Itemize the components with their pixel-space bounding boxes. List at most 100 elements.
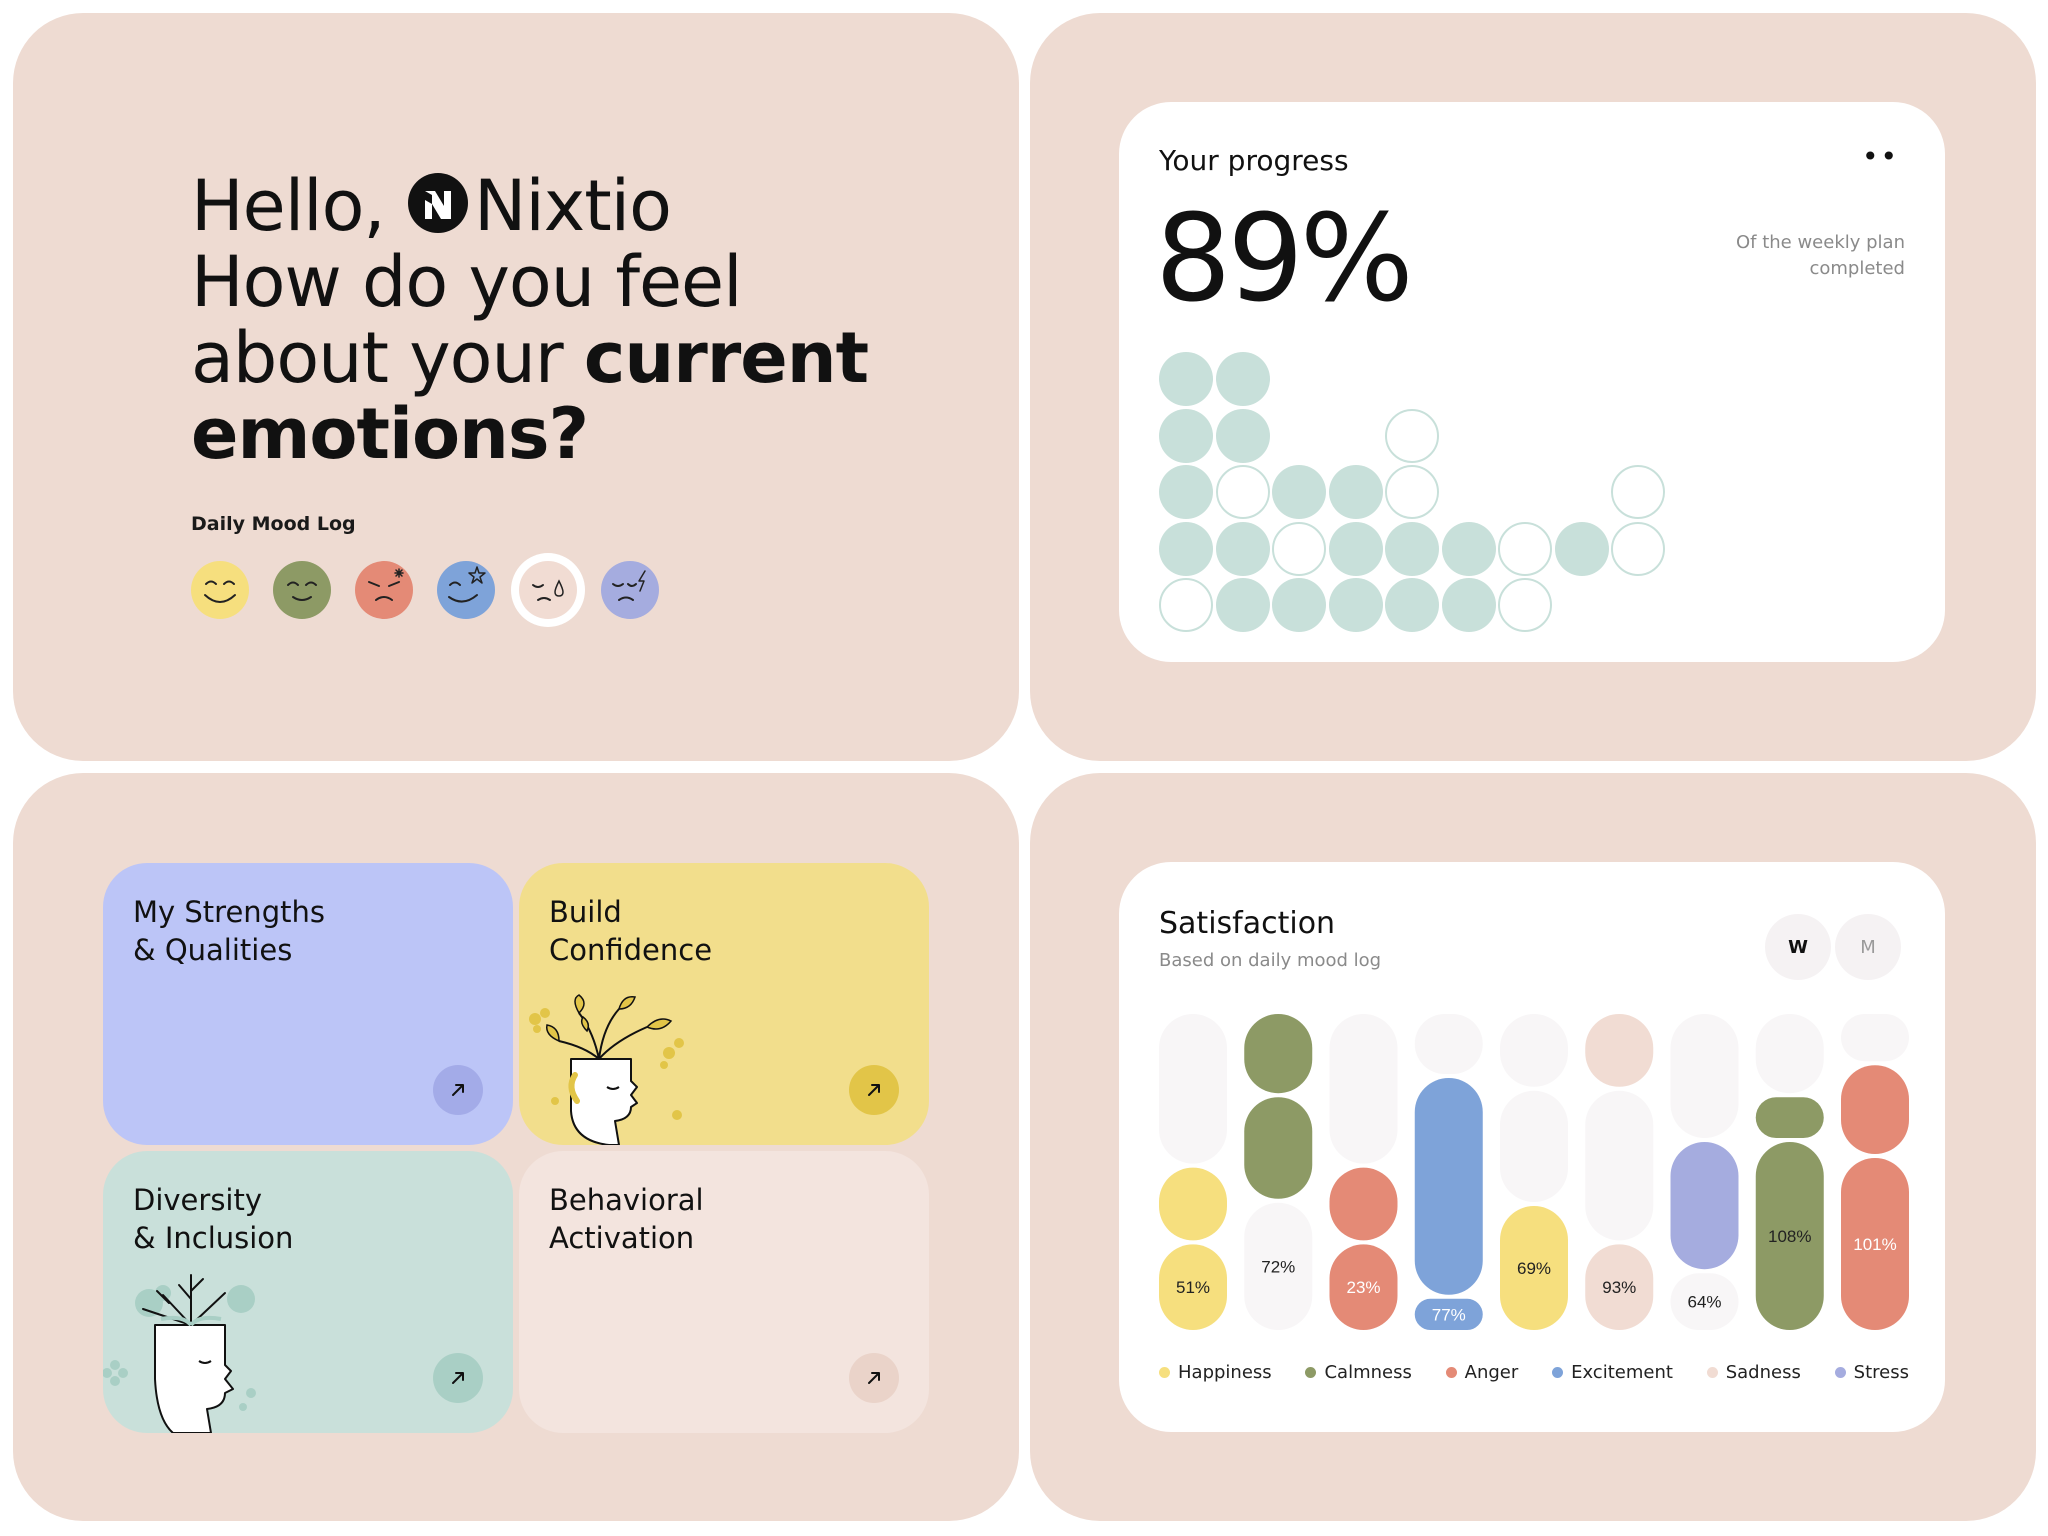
legend-item: Stress (1834, 1362, 1909, 1383)
tile-title: Build Confidence (549, 893, 712, 969)
head-plant-illustration (529, 994, 684, 1145)
bar-segment (1244, 1014, 1313, 1094)
satisfaction-subtitle: Based on daily mood log (1159, 950, 1382, 971)
progress-subtitle: Of the weekly plan completed (1735, 232, 1905, 279)
legend-item: Calmness (1305, 1362, 1412, 1383)
tile-title-line-2: Activation (549, 1221, 695, 1255)
mood-angry-button[interactable] (355, 561, 413, 619)
progress-dot-filled (1159, 521, 1213, 576)
open-behavioral-button[interactable] (849, 1353, 899, 1403)
greeting-line-3-bold: current (583, 317, 869, 399)
tile-diversity[interactable]: Diversity & Inclusion (103, 1151, 513, 1433)
legend-item: Sadness (1706, 1362, 1801, 1383)
progress-dot-empty (1385, 465, 1439, 519)
tile-title: Behavioral Activation (549, 1181, 704, 1257)
greeting-line-3: about your current (191, 320, 951, 396)
bar-segment (1500, 1014, 1568, 1087)
bar-segment (1585, 1014, 1654, 1087)
open-diversity-button[interactable] (433, 1353, 483, 1403)
tile-title-line-2: Confidence (549, 933, 713, 967)
satisfaction-title: Satisfaction (1159, 906, 1336, 941)
calm-face-icon (287, 581, 317, 601)
mood-sad-button[interactable] (519, 561, 577, 619)
sad-face-icon (532, 579, 564, 601)
legend-label: Excitement (1571, 1362, 1673, 1383)
chart-legend: Happiness Calmness Anger Excitement Sadn… (1159, 1362, 1909, 1383)
progress-dot-filled (1215, 578, 1270, 632)
month-toggle-button[interactable]: M (1835, 914, 1901, 980)
progress-dot-filled (1159, 408, 1213, 463)
head-branches-illustration (103, 1274, 256, 1433)
open-confidence-button[interactable] (849, 1065, 899, 1115)
bar-segment (1244, 1097, 1313, 1199)
tile-confidence[interactable]: Build Confidence (519, 863, 929, 1145)
more-options-icon[interactable]: •• (1862, 140, 1899, 173)
legend-swatch (1552, 1367, 1564, 1378)
bar-value-label: 72% (1261, 1257, 1295, 1276)
exercises-panel: My Strengths & Qualities Build Confidenc… (13, 773, 1019, 1521)
legend-swatch (1445, 1367, 1457, 1378)
tile-strengths[interactable]: My Strengths & Qualities (103, 863, 513, 1145)
tile-title-line-1: Behavioral (549, 1183, 704, 1217)
tile-behavioral-activation[interactable]: Behavioral Activation (519, 1151, 929, 1433)
tile-title: Diversity & Inclusion (133, 1181, 293, 1257)
progress-dot-filled (1159, 352, 1213, 406)
bar-segment (1841, 1014, 1909, 1062)
progress-dot-filled (1159, 465, 1213, 519)
greeting-heading: Hello, Nixtio How do you feel about your… (191, 168, 951, 472)
legend-swatch (1834, 1367, 1846, 1378)
open-strengths-button[interactable] (433, 1065, 483, 1115)
bar-segment (1841, 1065, 1909, 1154)
arrow-up-right-icon (452, 1372, 464, 1384)
tile-title-line-1: Diversity (133, 1183, 263, 1217)
progress-dot-empty (1611, 465, 1665, 519)
bar-segment (1755, 1014, 1824, 1094)
mood-happy-button[interactable] (191, 561, 249, 619)
bar-value-label: 51% (1176, 1278, 1210, 1297)
progress-dot-filled (1215, 352, 1270, 406)
bar-value-label: 101% (1853, 1235, 1896, 1254)
legend-item: Anger (1445, 1362, 1518, 1383)
mood-calm-button[interactable] (273, 561, 331, 619)
bar-segment (1414, 1078, 1483, 1295)
mood-excited-button[interactable] (437, 561, 495, 619)
greeting-hello: Hello, (191, 165, 386, 247)
happy-face-icon (204, 580, 236, 603)
tile-title-line-1: Build (549, 895, 622, 929)
bar-value-label: 64% (1687, 1293, 1721, 1312)
bar-segment (1670, 1014, 1739, 1138)
satisfaction-bar-chart: 51% 72% 23% 77% 69% 93% 64% 108% 101% (1159, 1014, 1909, 1330)
angry-face-icon (368, 568, 404, 601)
legend-swatch (1305, 1367, 1317, 1378)
progress-dot-empty (1159, 578, 1213, 632)
tile-title-line-1: My Strengths (133, 895, 325, 929)
mood-stressed-button[interactable] (601, 561, 659, 619)
nixtio-logo-icon (407, 172, 468, 233)
bar-segment (1414, 1014, 1483, 1074)
greeting-line-4: emotions? (191, 396, 951, 472)
bar-segment (1329, 1167, 1398, 1241)
progress-dot-empty (1215, 465, 1270, 519)
greeting-line-2: How do you feel (191, 241, 743, 323)
satisfaction-card: Satisfaction Based on daily mood log W M… (1119, 862, 1945, 1432)
progress-dot-filled (1385, 578, 1439, 632)
progress-dot-filled (1215, 408, 1270, 463)
greeting-line-4-bold: emotions? (191, 393, 589, 475)
bar-value-label: 23% (1346, 1278, 1380, 1297)
progress-card: Your progress •• 89% Of the weekly plan … (1119, 102, 1945, 662)
bar-segment (1159, 1167, 1227, 1241)
legend-label: Calmness (1324, 1362, 1412, 1383)
satisfaction-panel: Satisfaction Based on daily mood log W M… (1030, 773, 2036, 1521)
bar-value-label: 93% (1602, 1278, 1636, 1297)
progress-dot-filled (1328, 521, 1383, 576)
bar-segment (1585, 1090, 1654, 1241)
legend-label: Stress (1853, 1362, 1909, 1383)
tile-title-line-2: & Qualities (133, 933, 293, 967)
progress-dot-empty (1498, 578, 1552, 632)
week-toggle-button[interactable]: W (1765, 914, 1831, 980)
progress-dot-empty (1385, 408, 1439, 463)
greeting-panel: Hello, Nixtio How do you feel about your… (13, 13, 1019, 761)
user-name: Nixtio (473, 165, 672, 247)
progress-dot-empty (1272, 521, 1326, 576)
bar-segment (1159, 1014, 1227, 1164)
